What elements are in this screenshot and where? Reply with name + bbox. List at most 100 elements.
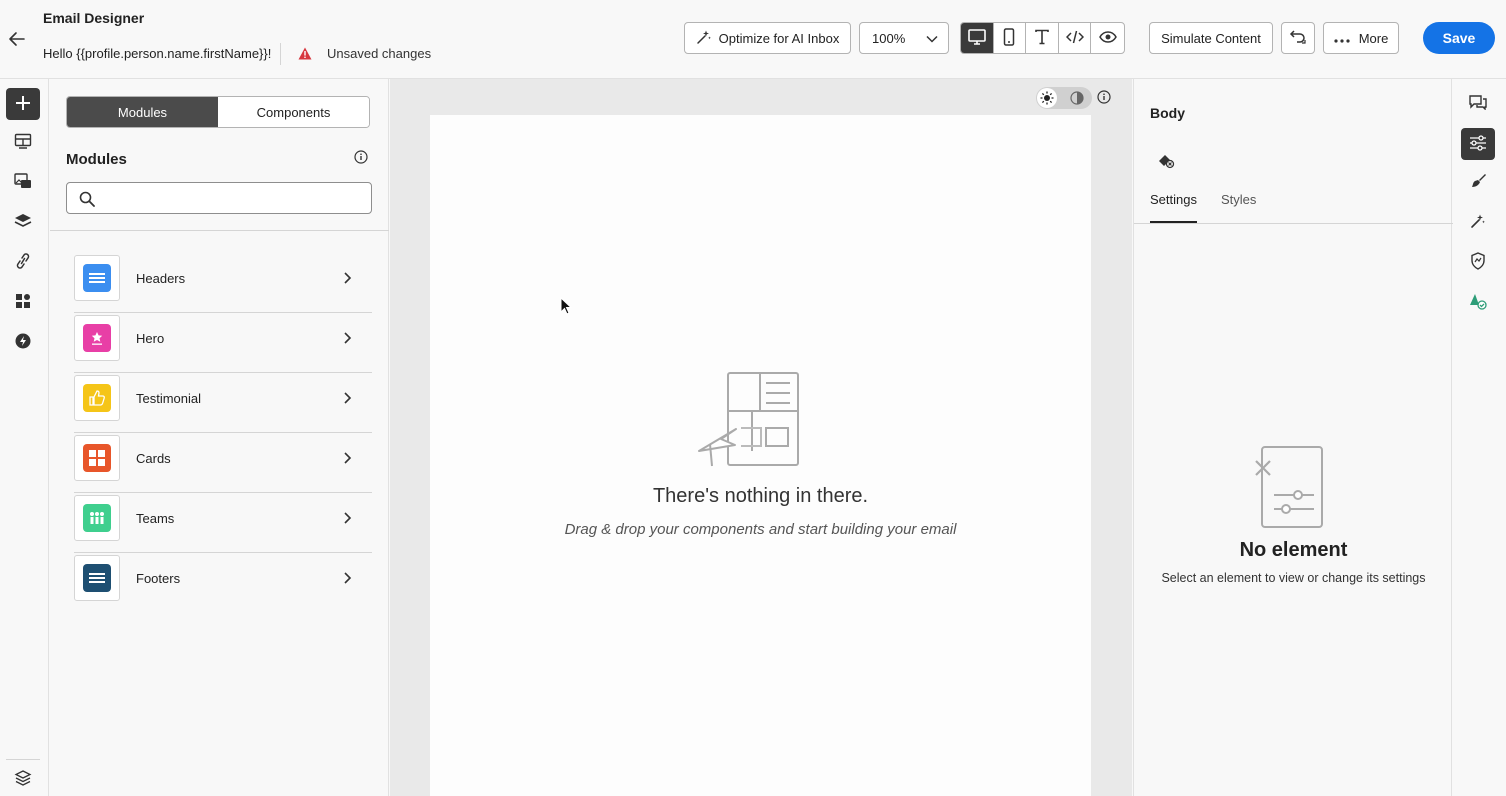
zoom-select[interactable]: 100% [859, 22, 949, 54]
module-thumbnail [74, 255, 120, 301]
empty-state-title: There's nothing in there. [652, 485, 869, 507]
no-element-title: No element [1239, 539, 1348, 561]
module-thumbnail [74, 315, 120, 361]
comments-button[interactable] [1461, 87, 1495, 119]
comments-icon [1469, 94, 1487, 113]
theme-toggle[interactable] [1036, 87, 1092, 109]
module-item-testimonial[interactable]: Testimonial [74, 373, 372, 433]
module-thumbnail [74, 555, 120, 601]
settings-sliders-icon [1469, 134, 1487, 154]
add-content-button[interactable] [6, 88, 40, 120]
text-view-button[interactable] [1026, 23, 1059, 53]
desktop-view-button[interactable] [961, 23, 994, 53]
ai-assistant-button[interactable] [1461, 206, 1495, 238]
sparkle-icon [696, 29, 712, 48]
left-tool-rail [0, 79, 49, 796]
assets-button[interactable] [6, 166, 40, 198]
properties-title: Body [1150, 105, 1185, 121]
properties-panel: Body Settings Styles No element Select a… [1133, 79, 1453, 796]
tab-components[interactable]: Components [218, 97, 369, 127]
modules-panel: Modules Components Modules Headers Hero … [50, 79, 389, 796]
hero-icon [83, 324, 111, 352]
module-item-cards[interactable]: Cards [74, 433, 372, 493]
chevron-right-icon [344, 512, 352, 524]
alert-icon [298, 47, 312, 60]
panel-segmented-control: Modules Components [66, 96, 370, 128]
search-input[interactable] [105, 183, 365, 213]
structures-button[interactable] [6, 126, 40, 158]
code-icon [1065, 30, 1084, 47]
tabs-divider [1134, 223, 1453, 224]
tab-settings[interactable]: Settings [1150, 192, 1197, 223]
canvas-area: There's nothing in there. Drag & drop yo… [390, 79, 1132, 796]
tab-modules[interactable]: Modules [67, 97, 218, 127]
tab-styles[interactable]: Styles [1221, 192, 1256, 223]
styles-button[interactable] [1461, 166, 1495, 198]
fragments-icon [15, 293, 31, 312]
layers-icon [14, 213, 32, 232]
undo-button[interactable] [1281, 22, 1315, 54]
more-menu-button[interactable]: More [1323, 22, 1399, 54]
module-item-hero[interactable]: Hero [74, 313, 372, 373]
more-label: More [1358, 30, 1389, 46]
simulate-content-button[interactable]: Simulate Content [1149, 22, 1273, 54]
module-item-headers[interactable]: Headers [74, 253, 372, 313]
panel-title: Modules [66, 151, 127, 168]
fragments-button[interactable] [6, 286, 40, 318]
mobile-view-button[interactable] [994, 23, 1027, 53]
optimize-ai-inbox-button[interactable]: Optimize for AI Inbox [684, 22, 851, 54]
more-dots-icon [1334, 31, 1350, 46]
mobile-icon [1003, 27, 1015, 49]
info-icon[interactable] [1097, 90, 1111, 104]
save-button[interactable]: Save [1423, 22, 1495, 54]
dynamic-content-button[interactable] [6, 326, 40, 358]
chevron-right-icon [344, 572, 352, 584]
navigation-tree-button[interactable] [6, 763, 40, 795]
module-label: Hero [136, 331, 165, 346]
body-settings-icon [1156, 151, 1176, 169]
links-button[interactable] [6, 246, 40, 278]
chevron-right-icon [344, 272, 352, 284]
email-subject[interactable]: Hello {{profile.person.name.firstName}}! [43, 46, 271, 61]
code-view-button[interactable] [1059, 23, 1092, 53]
email-canvas[interactable]: There's nothing in there. Drag & drop yo… [430, 115, 1091, 796]
module-label: Headers [136, 271, 186, 286]
unsaved-status: Unsaved changes [327, 46, 432, 61]
back-arrow-icon[interactable] [6, 28, 28, 50]
chevron-right-icon [344, 392, 352, 404]
brand-alignment-button[interactable] [1461, 286, 1495, 318]
magic-icon [1470, 213, 1486, 232]
link-icon [14, 252, 32, 272]
lightning-icon [15, 333, 31, 352]
chevron-right-icon [344, 332, 352, 344]
empty-state-subtitle: Drag & drop your components and start bu… [564, 521, 957, 538]
layers-button[interactable] [6, 206, 40, 238]
module-thumbnail [74, 435, 120, 481]
module-thumbnail [74, 375, 120, 421]
preview-button[interactable] [1091, 23, 1124, 53]
module-label: Teams [136, 511, 175, 526]
module-label: Cards [136, 451, 171, 466]
module-label: Footers [136, 571, 181, 586]
brand-check-icon [1469, 292, 1487, 313]
headers-icon [83, 264, 111, 292]
properties-tabs: Settings Styles [1150, 192, 1256, 223]
top-bar: Email Designer Hello {{profile.person.na… [0, 0, 1506, 79]
no-element-illustration [1255, 446, 1323, 528]
module-thumbnail [74, 495, 120, 541]
undo-icon [1289, 29, 1307, 48]
accessibility-check-button[interactable] [1461, 246, 1495, 278]
panel-divider [50, 230, 389, 231]
chevron-down-icon [926, 31, 938, 46]
rail-divider [6, 759, 40, 760]
info-icon[interactable] [354, 150, 368, 164]
search-icon [79, 191, 95, 207]
chevron-right-icon [344, 452, 352, 464]
cards-icon [83, 444, 111, 472]
settings-panel-button[interactable] [1461, 128, 1495, 160]
media-icon [14, 172, 32, 192]
module-item-footers[interactable]: Footers [74, 553, 372, 613]
layers-stack-icon [14, 769, 32, 789]
module-item-teams[interactable]: Teams [74, 493, 372, 553]
text-icon [1034, 29, 1050, 48]
